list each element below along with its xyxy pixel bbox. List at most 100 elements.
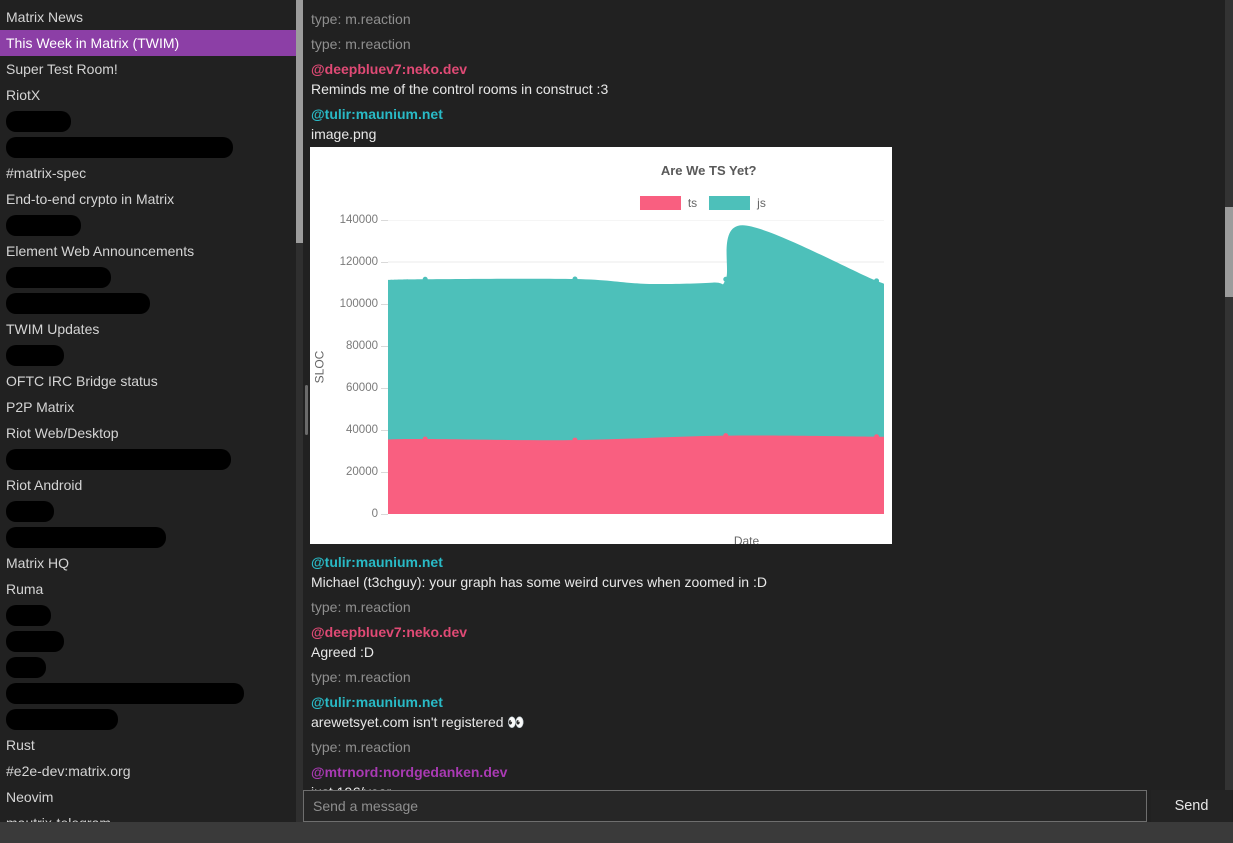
chat-scrollbar[interactable] — [1225, 0, 1233, 790]
y-tick-mark — [381, 262, 388, 263]
message-sender[interactable]: @tulir:maunium.net — [311, 107, 1225, 121]
y-tick-mark — [381, 514, 388, 515]
redacted-room-name — [6, 267, 111, 288]
legend-swatch-ts — [640, 196, 681, 210]
message-list: type: m.reaction type: m.reaction @deepblu… — [311, 12, 1225, 822]
sidebar-scrollbar-thumb[interactable] — [296, 0, 303, 243]
sidebar-room-item[interactable]: Super Test Room! — [0, 56, 296, 82]
send-button[interactable]: Send — [1151, 790, 1232, 822]
sidebar-room-item[interactable]: Matrix HQ — [0, 550, 296, 576]
sidebar-room-item[interactable]: Ruma — [0, 576, 296, 602]
sidebar-room-redacted[interactable] — [0, 628, 296, 654]
room-name: Matrix News — [6, 9, 83, 25]
redacted-room-name — [6, 215, 81, 236]
sidebar-room-redacted[interactable] — [0, 706, 296, 732]
redacted-room-name — [6, 137, 233, 158]
sidebar-room-item[interactable]: #e2e-dev:matrix.org — [0, 758, 296, 784]
y-tick-label: 100000 — [310, 297, 378, 311]
y-tick-mark — [381, 388, 388, 389]
y-tick-label: 60000 — [310, 381, 378, 395]
area-series-ts — [388, 436, 884, 514]
bottom-status-strip — [0, 822, 1233, 843]
image-attachment-chart[interactable]: Are We TS Yet? ts js SLOC Date 020000400… — [310, 147, 892, 544]
sidebar-room-redacted[interactable] — [0, 680, 296, 706]
message-sender[interactable]: @deepbluev7:neko.dev — [311, 62, 1225, 76]
sidebar-room-redacted[interactable] — [0, 290, 296, 316]
sidebar-room-item[interactable]: End-to-end crypto in Matrix — [0, 186, 296, 212]
room-name: This Week in Matrix (TWIM) — [6, 35, 179, 51]
sidebar-room-redacted[interactable] — [0, 108, 296, 134]
event-meta: type: m.reaction — [311, 12, 1225, 26]
message-sender[interactable]: @tulir:maunium.net — [311, 695, 1225, 709]
chart-title: Are We TS Yet? — [661, 163, 757, 178]
sidebar-room-item[interactable]: P2P Matrix — [0, 394, 296, 420]
sidebar-room-redacted[interactable] — [0, 602, 296, 628]
y-tick-mark — [381, 346, 388, 347]
sidebar-room-item[interactable]: Element Web Announcements — [0, 238, 296, 264]
y-tick-label: 140000 — [310, 213, 378, 227]
redacted-room-name — [6, 527, 166, 548]
sidebar-room-redacted[interactable] — [0, 264, 296, 290]
message: @tulir:maunium.net image.png Are We TS Ye… — [311, 107, 1225, 544]
message-sender[interactable]: @mtrnord:nordgedanken.dev — [311, 765, 1225, 779]
room-name: Rust — [6, 737, 35, 753]
legend-label: js — [757, 196, 766, 210]
sidebar-room-item[interactable]: Neovim — [0, 784, 296, 810]
message: @tulir:maunium.netarewetsyet.com isn't r… — [311, 695, 1225, 729]
sidebar-room-item[interactable]: Rust — [0, 732, 296, 758]
sidebar-room-redacted[interactable] — [0, 446, 296, 472]
redacted-room-name — [6, 683, 244, 704]
room-name: Matrix HQ — [6, 555, 69, 571]
y-tick-mark — [381, 304, 388, 305]
legend-label: ts — [688, 196, 697, 210]
event-meta: type: m.reaction — [311, 740, 1225, 754]
sidebar-room-redacted[interactable] — [0, 134, 296, 160]
room-name: RiotX — [6, 87, 40, 103]
y-tick-mark — [381, 430, 388, 431]
chart-plot-area — [388, 220, 884, 514]
sidebar-room-redacted[interactable] — [0, 212, 296, 238]
event-meta: type: m.reaction — [311, 670, 1225, 684]
message-sender[interactable]: @deepbluev7:neko.dev — [311, 625, 1225, 639]
y-tick-mark — [381, 220, 388, 221]
legend-item-ts: ts — [640, 196, 697, 210]
sidebar-scrollbar[interactable] — [296, 0, 303, 822]
sidebar-room-item[interactable]: Riot Web/Desktop — [0, 420, 296, 446]
sidebar-room-item[interactable]: Riot Android — [0, 472, 296, 498]
message-input[interactable] — [303, 790, 1147, 822]
message: @tulir:maunium.net Michael (t3chguy): you… — [311, 555, 1225, 589]
message-body: Michael (t3chguy): your graph has some w… — [311, 575, 1225, 589]
sidebar-room-item[interactable]: This Week in Matrix (TWIM) — [0, 30, 296, 56]
redacted-room-name — [6, 345, 64, 366]
message-body: Agreed :D — [311, 645, 1225, 659]
sidebar-room-item[interactable]: TWIM Updates — [0, 316, 296, 342]
room-name: P2P Matrix — [6, 399, 74, 415]
sidebar-room-item[interactable]: OFTC IRC Bridge status — [0, 368, 296, 394]
message-body: image.png — [311, 127, 1225, 141]
y-tick-label: 120000 — [310, 255, 378, 269]
room-list: Matrix News This Week in Matrix (TWIM) Sup… — [0, 4, 296, 822]
room-name: #matrix-spec — [6, 165, 86, 181]
y-tick-label: 80000 — [310, 339, 378, 353]
redacted-room-name — [6, 111, 71, 132]
room-name: End-to-end crypto in Matrix — [6, 191, 174, 207]
sidebar-room-item[interactable]: Matrix News — [0, 4, 296, 30]
sidebar-room-item[interactable]: RiotX — [0, 82, 296, 108]
sidebar-room-item[interactable]: mautrix-telegram — [0, 810, 296, 822]
sidebar-room-redacted[interactable] — [0, 654, 296, 680]
sidebar-room-item[interactable]: #matrix-spec — [0, 160, 296, 186]
sidebar-room-redacted[interactable] — [0, 342, 296, 368]
composer-bar: Send — [303, 790, 1232, 822]
room-name: mautrix-telegram — [6, 815, 111, 822]
event-meta: type: m.reaction — [311, 37, 1225, 51]
message: @deepbluev7:neko.dev Reminds me of the co… — [311, 62, 1225, 96]
message-sender[interactable]: @tulir:maunium.net — [311, 555, 1225, 569]
redacted-room-name — [6, 631, 64, 652]
redacted-room-name — [6, 449, 231, 470]
y-tick-label: 20000 — [310, 465, 378, 479]
sidebar-room-redacted[interactable] — [0, 524, 296, 550]
message-body: Reminds me of the control rooms in const… — [311, 82, 1225, 96]
chat-scrollbar-thumb[interactable] — [1225, 207, 1233, 297]
sidebar-room-redacted[interactable] — [0, 498, 296, 524]
redacted-room-name — [6, 605, 51, 626]
